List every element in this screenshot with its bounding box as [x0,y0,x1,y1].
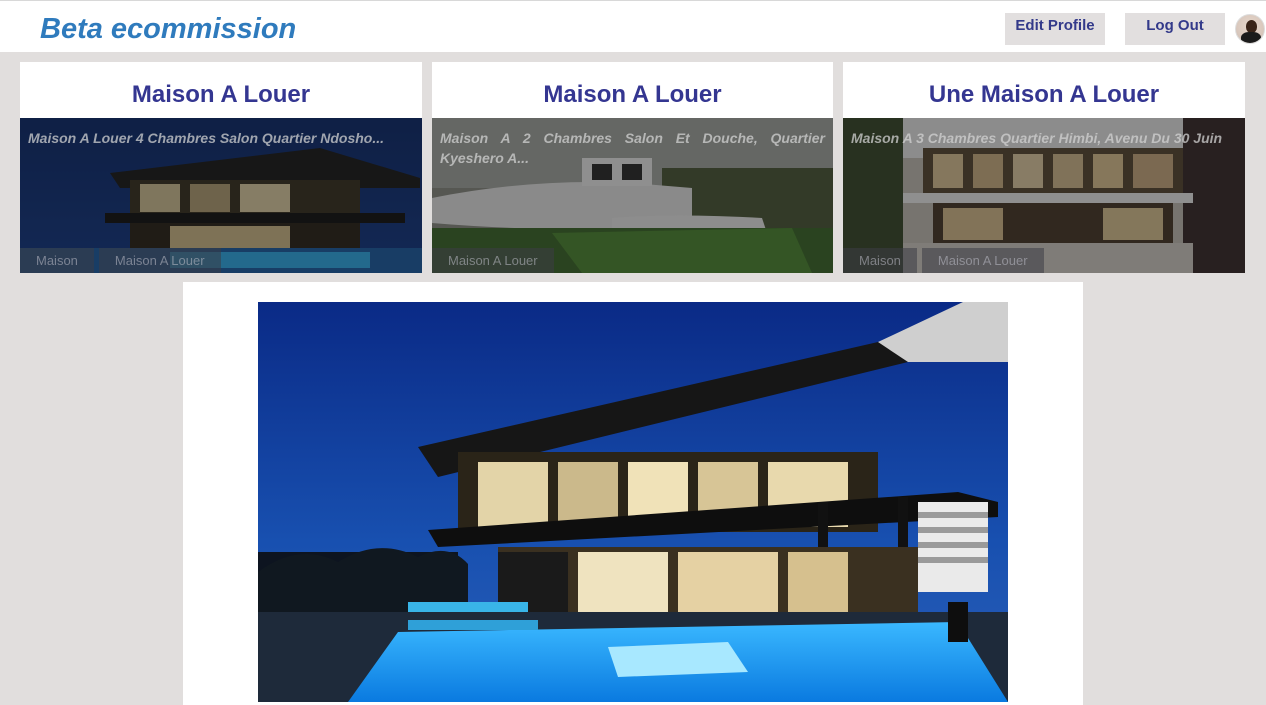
detail-image[interactable] [258,302,1008,702]
listing-description: Maison A 3 Chambres Quartier Himbi, Aven… [851,130,1223,146]
listing-image[interactable]: Maison A 2 Chambres Salon Et Douche, Qua… [432,118,833,273]
listing-tags: Maison A Louer [432,248,559,273]
top-navbar: Beta ecommission Edit Profile Log Out [0,0,1266,52]
listing-card[interactable]: Une Maison A Louer Maison A 3 Chambres Q… [843,62,1245,273]
edit-profile-button[interactable]: Edit Profile [1005,13,1105,45]
brand-logo-text[interactable]: Beta ecommission [40,13,296,46]
listing-description: Maison A Louer 4 Chambres Salon Quartier… [28,130,385,146]
listing-card[interactable]: Maison A Louer Maison A 2 Chambres Salon… [432,62,833,273]
tag-chip[interactable]: Maison A Louer [98,248,221,273]
logout-button[interactable]: Log Out [1125,13,1225,45]
tag-chip[interactable]: Maison [843,248,917,273]
listing-card[interactable]: Maison A Louer Maison A Louer 4 Chambres… [20,62,422,273]
user-avatar[interactable] [1235,14,1265,44]
listing-image[interactable]: Maison A Louer 4 Chambres Salon Quartier… [20,118,422,273]
avatar-body-shape [1241,32,1261,43]
listing-tags: Maison Maison A Louer [843,248,1049,273]
house-night-pool-photo-large [258,302,1008,702]
tag-chip[interactable]: Maison A Louer [432,248,554,273]
tag-chip[interactable]: Maison [20,248,94,273]
detail-panel [183,282,1083,705]
tag-chip[interactable]: Maison A Louer [921,248,1044,273]
listing-description: Maison A 2 Chambres Salon Et Douche, Qua… [440,130,825,166]
listing-title[interactable]: Une Maison A Louer [843,62,1245,118]
listing-title[interactable]: Maison A Louer [20,62,422,118]
listing-image[interactable]: Maison A 3 Chambres Quartier Himbi, Aven… [843,118,1245,273]
listing-title[interactable]: Maison A Louer [432,62,833,118]
listing-tags: Maison Maison A Louer [20,248,226,273]
